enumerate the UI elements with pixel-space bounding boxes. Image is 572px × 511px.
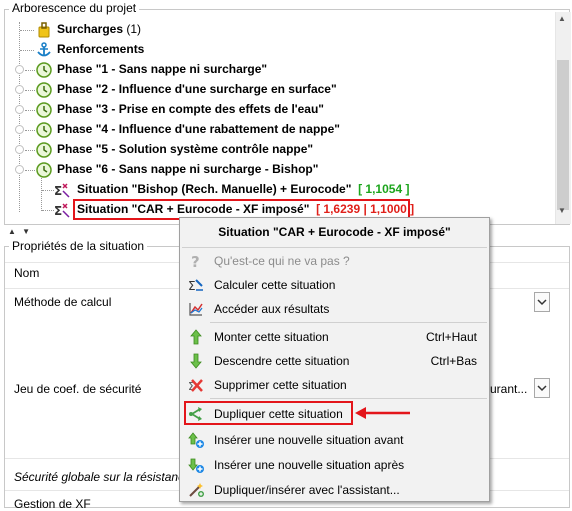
expand-icon[interactable] xyxy=(15,105,24,114)
svg-text:Σ: Σ xyxy=(54,204,62,218)
tree-item-phase-5[interactable]: Phase "5 - Solution système contrôle nap… xyxy=(0,140,540,159)
scroll-up-icon[interactable]: ▲ xyxy=(558,14,566,23)
menu-item-wizard[interactable]: Dupliquer/insérer avec l'assistant... xyxy=(180,478,489,502)
tree-item-label: Situation "Bishop (Rech. Manuelle) + Eur… xyxy=(77,182,352,196)
tree-item-phase-6[interactable]: Phase "6 - Sans nappe ni surcharge - Bis… xyxy=(0,160,540,179)
tree-item-label: Phase "2 - Influence d'une surcharge en … xyxy=(57,82,337,96)
svg-text:?: ? xyxy=(191,253,200,269)
phase-clock-icon xyxy=(36,102,52,118)
expand-icon[interactable] xyxy=(15,65,24,74)
menu-item-move-down[interactable]: Descendre cette situation Ctrl+Bas xyxy=(180,349,489,373)
situation-sigma-icon: Σ xyxy=(54,183,70,198)
wizard-icon xyxy=(189,483,204,497)
menu-item-calculate[interactable]: Σ Calculer cette situation xyxy=(180,273,489,297)
phase-clock-icon xyxy=(36,142,52,158)
duplicate-highlight-box xyxy=(184,401,353,425)
tree-item-phase-1[interactable]: Phase "1 - Sans nappe ni surcharge" xyxy=(0,60,540,79)
properties-title: Propriétés de la situation xyxy=(9,239,148,253)
arrow-up-icon xyxy=(190,329,202,345)
tree-item-surcharges[interactable]: Surcharges (1) xyxy=(0,20,540,39)
phase-clock-icon xyxy=(36,82,52,98)
phase-clock-icon xyxy=(36,122,52,138)
prop-label-jeu-coef: Jeu de coef. de sécurité xyxy=(14,382,142,396)
question-icon: ? xyxy=(191,253,200,269)
insert-before-icon xyxy=(188,432,204,448)
tree-item-phase-2[interactable]: Phase "2 - Influence d'une surcharge en … xyxy=(0,80,540,99)
delete-icon: Σ xyxy=(188,379,203,393)
menu-item-move-up[interactable]: Monter cette situation Ctrl+Haut xyxy=(180,325,489,349)
situation-sigma-icon: Σ xyxy=(54,203,70,218)
results-chart-icon xyxy=(189,303,203,316)
chevron-down-icon xyxy=(537,299,547,306)
tree-item-phase-4[interactable]: Phase "4 - Influence d'une rabattement d… xyxy=(0,120,540,139)
shortcut-label: Ctrl+Bas xyxy=(430,354,477,368)
menu-item-insert-before[interactable]: Insérer une nouvelle situation avant xyxy=(180,428,489,452)
prop-label-securite-globale: Sécurité globale sur la résistance xyxy=(14,470,191,484)
chevron-down-icon xyxy=(537,385,547,392)
jeu-coef-value[interactable]: urant... xyxy=(490,382,527,396)
insert-after-icon xyxy=(188,458,204,473)
context-menu: Situation "CAR + Eurocode - XF imposé" ?… xyxy=(179,217,490,502)
menu-item-delete[interactable]: Σ Supprimer cette situation xyxy=(180,373,489,397)
prop-label-methode: Méthode de calcul xyxy=(14,295,112,309)
scroll-down-icon[interactable]: ▼ xyxy=(558,206,566,215)
arrow-down-icon xyxy=(190,353,202,369)
expand-icon[interactable] xyxy=(15,145,24,154)
tree-item-label: Renforcements xyxy=(57,42,145,56)
tree-item-renforcements[interactable]: Renforcements xyxy=(0,40,540,59)
menu-item-insert-after[interactable]: Insérer une nouvelle situation après xyxy=(180,453,489,477)
methode-dropdown-button[interactable] xyxy=(534,292,550,312)
prop-label-nom: Nom xyxy=(14,266,40,280)
menu-item-results[interactable]: Accéder aux résultats xyxy=(180,297,489,321)
tree-item-label: Surcharges xyxy=(57,22,124,36)
project-tree-title: Arborescence du projet xyxy=(9,1,140,15)
safety-factor-value: [ 1,1054 ] xyxy=(358,182,410,196)
weight-icon xyxy=(38,22,50,38)
context-menu-title: Situation "CAR + Eurocode - XF imposé" xyxy=(218,225,451,239)
jeu-coef-dropdown-button[interactable] xyxy=(534,378,550,398)
tree-item-count: (1) xyxy=(123,22,142,36)
collapse-icon[interactable] xyxy=(15,165,24,174)
tree-item-label: Phase "6 - Sans nappe ni surcharge - Bis… xyxy=(57,162,319,176)
anchor-icon xyxy=(37,42,51,57)
tree-item-label: Phase "3 - Prise en compte des effets de… xyxy=(57,102,324,116)
svg-text:Σ: Σ xyxy=(54,184,62,198)
tree-item-label: Phase "1 - Sans nappe ni surcharge" xyxy=(57,62,268,76)
tree-item-label: Phase "4 - Influence d'une rabattement d… xyxy=(57,122,340,136)
phase-clock-icon xyxy=(36,162,52,178)
splitter-arrows-icon[interactable]: ▲ ▼ xyxy=(8,227,32,236)
scrollbar-thumb[interactable] xyxy=(557,60,569,210)
shortcut-label: Ctrl+Haut xyxy=(425,330,477,344)
phase-clock-icon xyxy=(36,62,52,78)
calculate-icon: Σ xyxy=(188,279,203,293)
expand-icon[interactable] xyxy=(15,125,24,134)
tree-item-label: Phase "5 - Solution système contrôle nap… xyxy=(57,142,314,156)
red-pointer-arrow-icon xyxy=(355,407,410,419)
prop-label-gestion-xf: Gestion de XF xyxy=(14,497,91,511)
menu-item-whats-wrong[interactable]: ? Qu'est-ce qui ne va pas ? xyxy=(180,249,489,273)
expand-icon[interactable] xyxy=(15,85,24,94)
tree-item-situation-bishop[interactable]: Σ Situation "Bishop (Rech. Manuelle) + E… xyxy=(0,180,540,199)
svg-text:Σ: Σ xyxy=(188,279,196,293)
tree-item-phase-3[interactable]: Phase "3 - Prise en compte des effets de… xyxy=(0,100,540,119)
